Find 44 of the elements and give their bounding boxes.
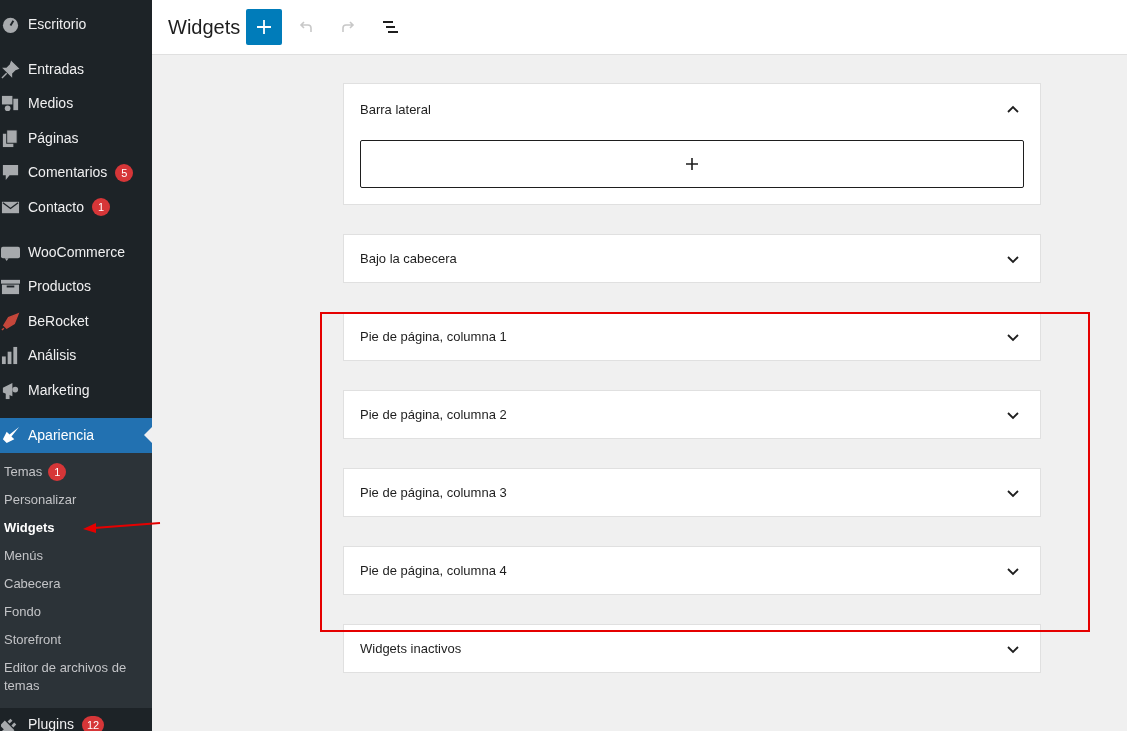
menu-item[interactable]: Productos (0, 269, 152, 305)
menu-item[interactable]: BeRocket (0, 304, 152, 339)
widget-area-toggle[interactable]: Bajo la cabecera (344, 235, 1040, 282)
menu-item[interactable]: Medios (0, 86, 152, 122)
menu-item[interactable]: Entradas (0, 52, 152, 87)
menu-item[interactable]: Contacto 1 (0, 189, 152, 225)
submenu-item[interactable]: Temas 1 (0, 457, 152, 486)
count-badge: 1 (48, 462, 67, 481)
menu-item[interactable]: Páginas (0, 121, 152, 156)
menu-item[interactable]: WooCommerce (0, 235, 152, 270)
media-icon (1, 94, 20, 114)
megaphone-icon (1, 380, 20, 400)
menu-item[interactable]: Escritorio (0, 7, 152, 42)
menu-item[interactable]: Análisis (0, 338, 152, 373)
menu-item[interactable]: Apariencia (0, 418, 152, 453)
menu-item[interactable]: Comentarios 5 (0, 155, 152, 190)
add-block-button[interactable] (360, 140, 1024, 188)
widget-area-toggle[interactable]: Pie de página, columna 4 (344, 547, 1040, 594)
count-badge: 5 (115, 163, 134, 182)
redo-icon (340, 19, 357, 35)
submenu-item[interactable]: Widgets (0, 513, 152, 542)
submenu-item[interactable]: Editor de archivos de temas (0, 653, 152, 700)
undo-icon (298, 19, 315, 35)
widget-area-toggle[interactable]: Widgets inactivos (344, 625, 1040, 672)
submenu-item[interactable]: Storefront (0, 625, 152, 654)
widget-area-toggle[interactable]: Pie de página, columna 1 (344, 313, 1040, 360)
menu-item[interactable]: Marketing (0, 372, 152, 408)
paintbrush-icon (1, 426, 20, 445)
plus-icon (686, 158, 698, 170)
rocket-icon (1, 311, 20, 331)
count-badge: 12 (81, 715, 105, 731)
submenu-item[interactable]: Personalizar (0, 485, 152, 514)
submenu-item[interactable]: Menús (0, 541, 152, 570)
plus-icon (256, 19, 273, 35)
widget-area-toggle[interactable]: Pie de página, columna 3 (344, 469, 1040, 516)
page-title: Widgets (168, 15, 241, 39)
pin-icon (1, 60, 20, 80)
submenu-item[interactable]: Cabecera (0, 569, 152, 598)
bar-chart-icon (1, 346, 20, 366)
list-view-icon (382, 19, 399, 35)
widget-area-toggle[interactable]: Barra lateral (344, 84, 1040, 136)
submenu-item[interactable]: Fondo (0, 597, 152, 626)
widget-area-toggle[interactable]: Pie de página, columna 2 (344, 391, 1040, 438)
count-badge: 1 (92, 198, 111, 217)
